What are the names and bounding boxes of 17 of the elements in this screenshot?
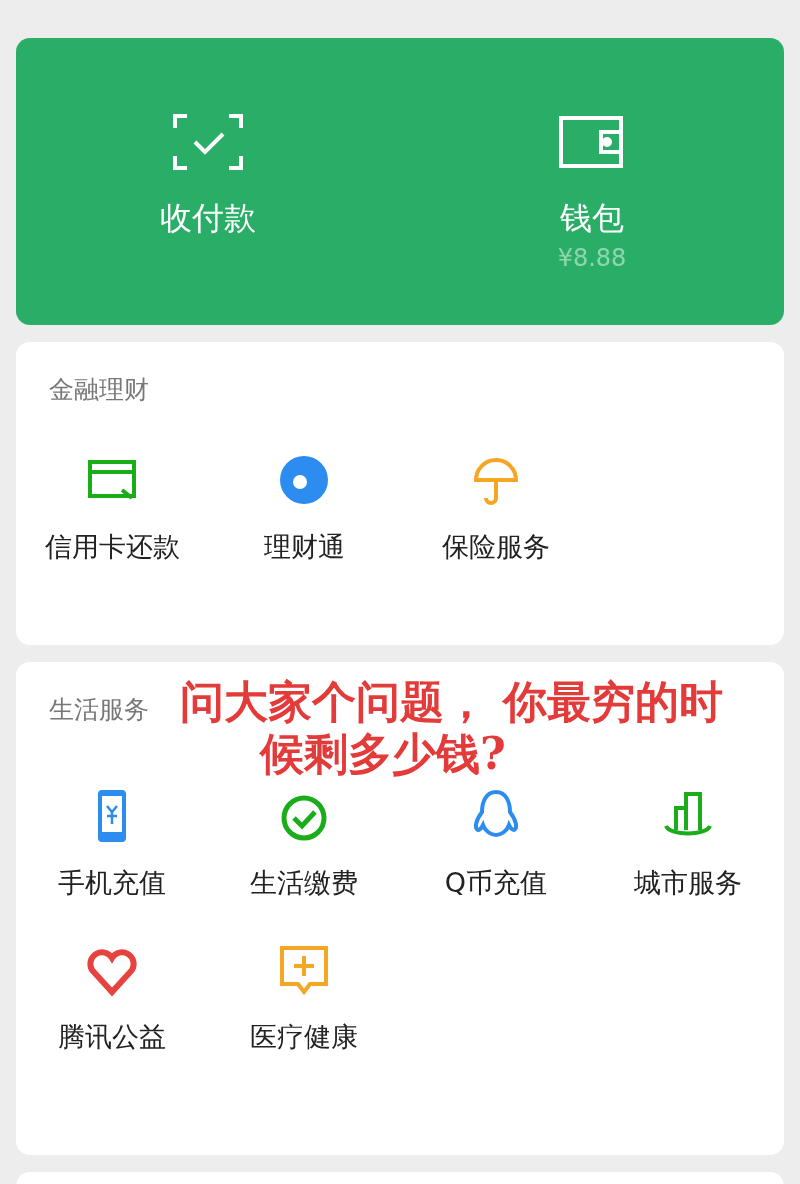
service-label[interactable]: 生活缴费	[250, 866, 358, 900]
service-label[interactable]: 腾讯公益	[58, 1020, 166, 1054]
service-label[interactable]: 手机充值	[58, 866, 166, 900]
section-title: 生活服务	[49, 694, 149, 726]
service-label[interactable]: 保险服务	[442, 530, 550, 564]
service-label[interactable]: 理财通	[263, 530, 345, 564]
caption-text: 候剩多少钱?	[260, 728, 506, 780]
service-label[interactable]: 城市服务	[634, 866, 742, 900]
tile-label: 收付款	[160, 198, 256, 238]
tile-label: 钱包	[560, 198, 624, 238]
service-label[interactable]: 医疗健康	[250, 1020, 358, 1054]
section-title: 金融理财	[49, 374, 149, 406]
service-label[interactable]: 信用卡还款	[44, 530, 180, 564]
caption-text: 问大家个问题， 你最穷的时	[180, 676, 724, 728]
balance-amount: ¥8.88	[557, 244, 627, 272]
scan-check-icon	[173, 114, 243, 170]
service-label[interactable]: Q币充值	[444, 866, 548, 900]
